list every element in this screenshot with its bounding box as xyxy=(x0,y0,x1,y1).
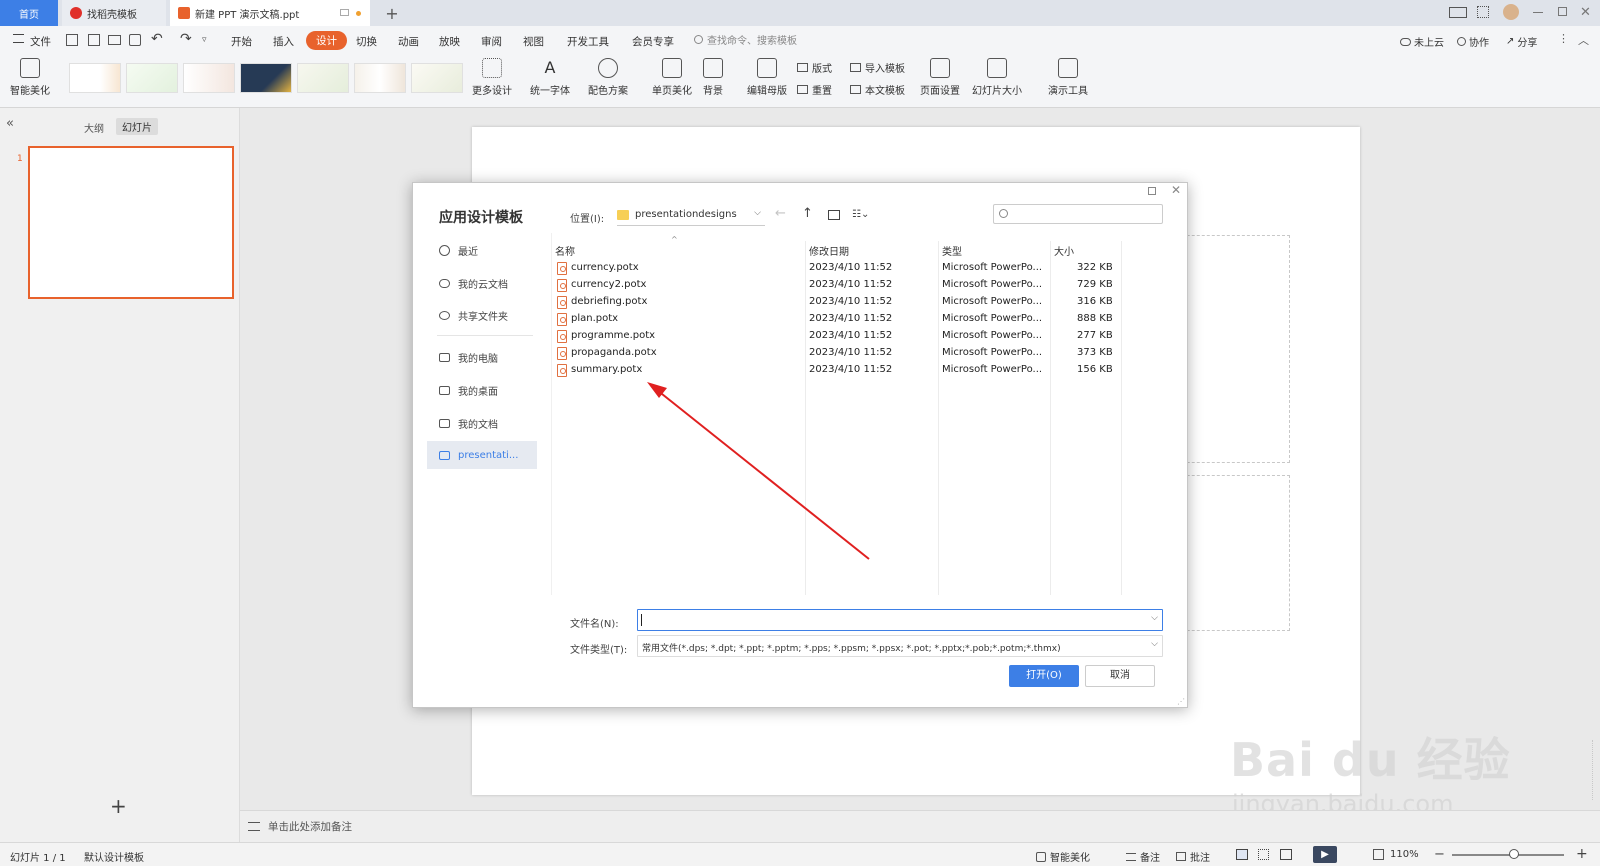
arrow-shaft xyxy=(656,389,870,560)
annotation-arrow xyxy=(647,382,870,560)
